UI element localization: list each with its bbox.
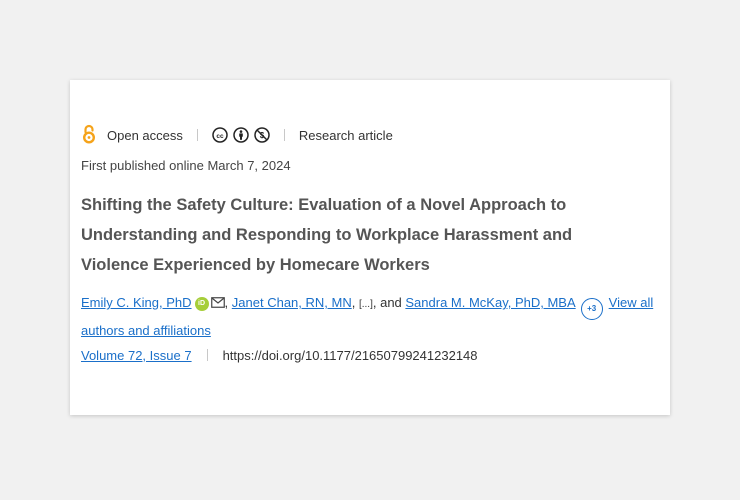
issue-link[interactable]: Volume 72, Issue 7 [81, 348, 192, 363]
article-type-label: Research article [298, 127, 393, 143]
creative-commons-icon: cc [212, 127, 228, 143]
divider [206, 349, 208, 361]
publication-date: First published online March 7, 2024 [81, 158, 291, 173]
non-commercial-icon: $ [254, 127, 270, 143]
attribution-icon [233, 127, 249, 143]
author-link-sandra-mckay[interactable]: Sandra M. McKay, PhD, MBA [405, 295, 575, 310]
divider [196, 129, 198, 141]
svg-text:cc: cc [216, 133, 224, 140]
article-card: Open access cc $ [70, 80, 670, 415]
mail-icon[interactable] [210, 297, 225, 308]
issue-doi-row: Volume 72, Issue 7 https://doi.org/10.11… [81, 344, 478, 366]
authors-ellipsis[interactable]: [...] [359, 299, 373, 310]
open-access-label: Open access [107, 127, 183, 143]
author-list: Emily C. King, PhD iD, Janet Chan, RN, MN… [81, 295, 654, 338]
authors-conjunction: , and [372, 295, 406, 310]
more-authors-badge[interactable]: +3 [580, 298, 603, 320]
article-meta-row: Open access cc $ [82, 124, 393, 146]
open-access-icon [82, 124, 107, 147]
orcid-icon[interactable]: iD [194, 297, 209, 311]
doi-text[interactable]: https://doi.org/10.1177/2165079924123214… [223, 348, 478, 363]
article-title: Shifting the Safety Culture: Evaluation … [81, 196, 573, 274]
license-icons[interactable]: cc $ [212, 127, 270, 143]
author-link-emily-king[interactable]: Emily C. King, PhD [81, 295, 192, 310]
author-link-janet-chan[interactable]: Janet Chan, RN, MN [232, 295, 352, 310]
divider [283, 129, 285, 141]
